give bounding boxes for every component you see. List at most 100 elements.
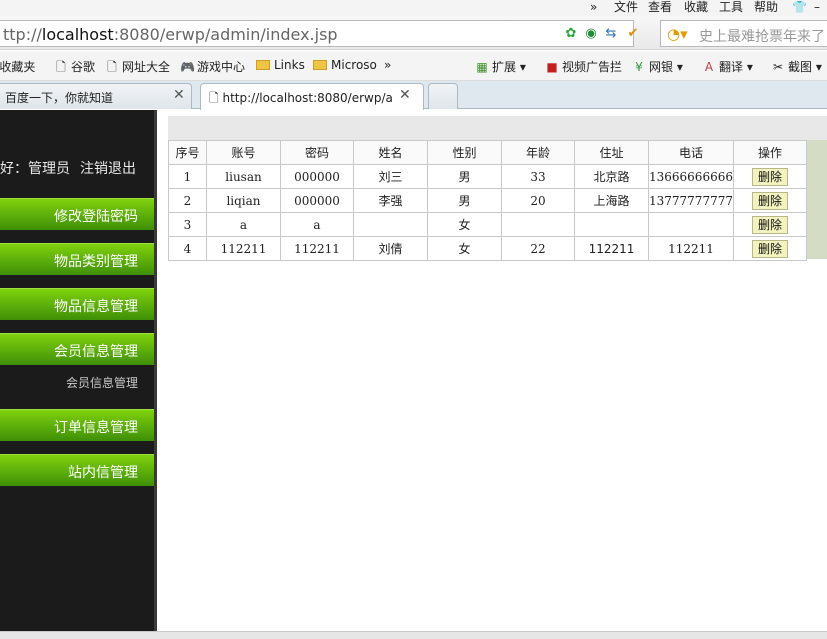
menu-file[interactable]: 文件: [614, 0, 638, 14]
nav-message-manage[interactable]: 站内信管理: [0, 454, 154, 486]
bookmark-extensions[interactable]: ▦ 扩展 ▾: [475, 58, 526, 75]
bookmark-microsoft[interactable]: Microso: [313, 58, 377, 72]
col-account: 账号: [206, 140, 281, 165]
delete-button[interactable]: 删除: [751, 239, 788, 258]
bookmark-games[interactable]: 🎮 游戏中心: [180, 58, 245, 75]
bookmark-links[interactable]: Links: [256, 58, 305, 72]
menu-help[interactable]: 帮助: [754, 0, 778, 14]
bookmark-screenshot[interactable]: ✂ 截图 ▾: [771, 58, 822, 75]
bookmark-adblock[interactable]: ■ 视频广告拦: [545, 58, 622, 75]
cell-age: 22: [501, 236, 575, 261]
translate-icon: A: [704, 60, 714, 74]
menu-tools[interactable]: 工具: [719, 0, 743, 14]
nav-category-manage[interactable]: 物品类别管理: [0, 243, 154, 275]
table-header-row: 序号 账号 密码 姓名 性别 年龄 住址 电话 操作: [168, 140, 807, 165]
table-row: 4 112211 112211 刘倩 女 22 112211 112211 删除: [168, 236, 807, 261]
cell-gender: 男: [427, 164, 502, 189]
bookmarks-overflow[interactable]: »: [384, 58, 391, 72]
cell-name: 李强: [353, 188, 428, 213]
browser-menubar: » 文件 查看 收藏 工具 帮助 👕 –: [0, 0, 827, 16]
cell-phone: 13777777777: [648, 188, 734, 213]
bookmark-google[interactable]: 🗋 谷歌: [54, 58, 95, 79]
logout-link[interactable]: 注销退出: [80, 161, 136, 177]
greeting-text: 好：管理员: [0, 161, 70, 177]
compat-icon[interactable]: ◉: [583, 26, 599, 42]
col-index: 序号: [168, 140, 207, 165]
address-bar[interactable]: ttp://localhost:8080/erwp/admin/index.js…: [0, 20, 638, 47]
member-table-area: 序号 账号 密码 姓名 性别 年龄 住址 电话 操作 1 liusan 0000…: [168, 116, 827, 261]
check-icon[interactable]: ✔: [625, 26, 641, 42]
cell-age: 33: [501, 164, 575, 189]
shirt-icon[interactable]: 👕: [792, 0, 807, 14]
cell-age: [501, 212, 575, 237]
page-icon: 🗋: [209, 91, 223, 105]
minimize-icon[interactable]: –: [814, 0, 820, 14]
cell-name: 刘三: [353, 164, 428, 189]
page-icon: 🗋: [107, 60, 117, 74]
address-url[interactable]: ttp://localhost:8080/erwp/admin/index.js…: [3, 25, 338, 44]
cell-name: [353, 212, 428, 237]
close-icon[interactable]: ✕: [173, 87, 185, 103]
nav-item-manage[interactable]: 物品信息管理: [0, 288, 154, 320]
page-icon: 🗋: [56, 60, 66, 74]
cell-action: 删除: [732, 164, 807, 189]
table-title-band: [168, 116, 827, 140]
cell-account: liusan: [206, 164, 281, 189]
menu-favorites[interactable]: 收藏: [684, 0, 708, 14]
delete-button[interactable]: 删除: [751, 167, 788, 186]
tab-admin[interactable]: 🗋 http://localhost:8080/erwp/a ✕: [200, 83, 424, 110]
cell-gender: 女: [427, 236, 502, 261]
cell-action: 删除: [732, 212, 807, 237]
menu-view[interactable]: 查看: [648, 0, 672, 14]
user-greeting: 好：管理员 注销退出: [0, 158, 146, 178]
cell-index: 2: [168, 188, 207, 213]
nav-change-password[interactable]: 修改登陆密码: [0, 198, 154, 230]
delete-button[interactable]: 删除: [751, 215, 788, 234]
gamepad-icon: 🎮: [180, 60, 195, 74]
cell-name: 刘倩: [353, 236, 428, 261]
bookmark-sites[interactable]: 🗋 网址大全: [105, 58, 170, 79]
table-row: 1 liusan 000000 刘三 男 33 北京路 13666666666 …: [168, 164, 807, 189]
tab-baidu[interactable]: 百度一下，你就知道 ✕: [0, 83, 192, 109]
admin-sidebar: 好：管理员 注销退出 修改登陆密码 物品类别管理 物品信息管理 会员信息管理 会员…: [0, 110, 154, 631]
new-tab-button[interactable]: [428, 83, 458, 109]
nav-member-manage[interactable]: 会员信息管理: [0, 333, 154, 365]
bookmark-bank[interactable]: ¥ 网银 ▾: [632, 58, 683, 75]
cell-password: a: [280, 212, 354, 237]
bank-icon: ¥: [635, 60, 643, 74]
folder-icon: [313, 60, 327, 70]
close-icon[interactable]: ✕: [399, 87, 411, 103]
col-gender: 性别: [427, 140, 502, 165]
adblock-icon: ■: [546, 60, 558, 74]
cell-phone: 13666666666: [648, 164, 734, 189]
search-placeholder: 史上最难抢票年来了: [699, 29, 825, 45]
bookmark-translate[interactable]: A 翻译 ▾: [702, 58, 753, 75]
security-icon[interactable]: ✿: [563, 26, 579, 42]
menu-overflow[interactable]: »: [590, 0, 597, 14]
search-engine-icon[interactable]: ◔▾: [667, 25, 688, 43]
delete-button[interactable]: 删除: [751, 191, 788, 210]
refresh-icon[interactable]: ⇆: [603, 26, 619, 42]
tab-label: 🗋 http://localhost:8080/erwp/a: [209, 91, 393, 105]
cell-address: 上海路: [574, 188, 649, 213]
subnav-member-manage[interactable]: 会员信息管理: [66, 374, 138, 391]
bookmarks-bar: l收藏夹 🗋谷歌 🗋网址大全 🎮游戏中心 Links Microso » ▦扩展…: [0, 51, 827, 81]
cell-action: 删除: [732, 188, 807, 213]
col-phone: 电话: [648, 140, 734, 165]
table-row: 2 liqian 000000 李强 男 20 上海路 13777777777 …: [168, 188, 807, 213]
cell-gender: 女: [427, 212, 502, 237]
cell-address: [574, 212, 649, 237]
tab-label: 百度一下，你就知道: [5, 91, 114, 105]
scissors-icon: ✂: [772, 60, 784, 74]
bookmark-favorites[interactable]: l收藏夹: [0, 58, 35, 75]
search-box[interactable]: ◔▾ 史上最难抢票年来了: [660, 20, 827, 47]
folder-icon: [256, 60, 270, 70]
cell-age: 20: [501, 188, 575, 213]
member-table: 序号 账号 密码 姓名 性别 年龄 住址 电话 操作 1 liusan 0000…: [168, 140, 807, 261]
col-name: 姓名: [353, 140, 428, 165]
cell-action: 删除: [732, 236, 807, 261]
col-address: 住址: [574, 140, 649, 165]
table-row: 3 a a 女 删除: [168, 212, 807, 237]
nav-order-manage[interactable]: 订单信息管理: [0, 409, 154, 441]
cell-index: 3: [168, 212, 207, 237]
